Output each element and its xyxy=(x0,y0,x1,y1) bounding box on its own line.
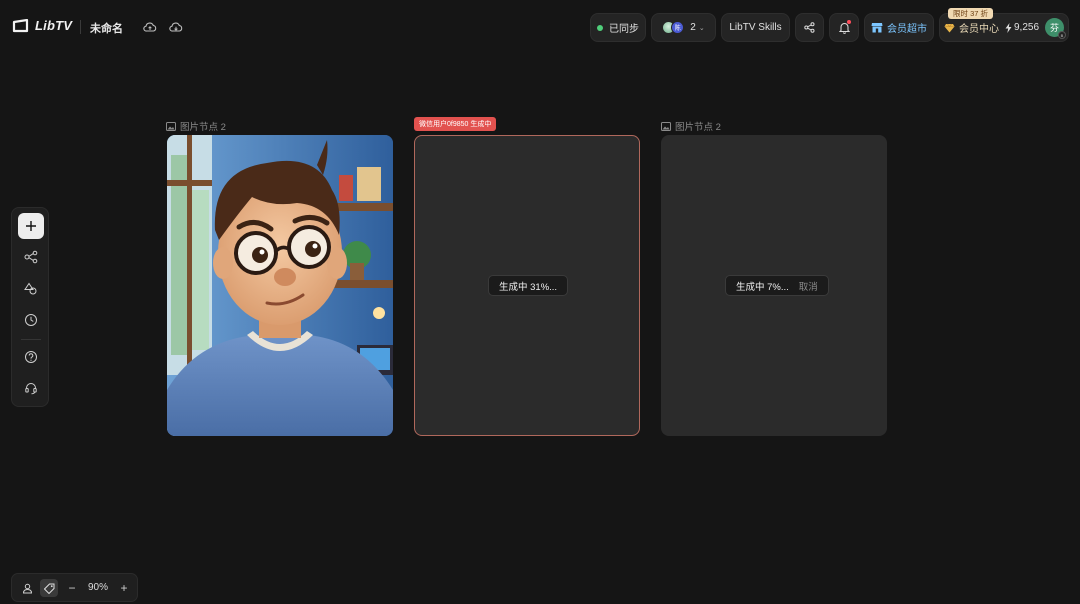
image-node[interactable] xyxy=(167,135,393,436)
collaborator-tag: 微信用户0f9850 生成中 xyxy=(414,117,497,131)
pointer-mode-button[interactable] xyxy=(40,579,58,597)
diamond-icon xyxy=(944,23,955,32)
cloud-upload-icon[interactable] xyxy=(143,20,157,34)
chevron-down-icon: ⌄ xyxy=(698,24,705,32)
question-icon xyxy=(25,351,37,363)
support-button[interactable] xyxy=(18,375,44,401)
notification-dot xyxy=(847,20,851,24)
help-button[interactable] xyxy=(18,344,44,370)
add-node-button[interactable] xyxy=(18,213,44,239)
node-label: 图片节点 2 xyxy=(661,119,721,133)
share-icon xyxy=(804,22,815,33)
cancel-generation-button[interactable]: 取消 xyxy=(799,279,818,293)
workflow-button[interactable] xyxy=(18,244,44,270)
generation-status: 生成中 7%... 取消 xyxy=(725,275,829,296)
tag-icon xyxy=(43,583,54,594)
clock-icon xyxy=(25,314,37,326)
image-icon xyxy=(166,121,176,131)
collaborators-button[interactable]: 陈 2 ⌄ xyxy=(651,13,716,42)
workflow-icon xyxy=(24,250,38,264)
generation-progress-text: 生成中 7%... xyxy=(736,281,789,293)
header-divider xyxy=(80,20,81,34)
generation-status: 生成中 31%... xyxy=(488,275,569,296)
user-level-badge: B xyxy=(1058,31,1067,39)
generation-progress-text: 生成中 31%... xyxy=(499,281,558,293)
node-label-text: 图片节点 2 xyxy=(180,122,226,133)
credits-value: 9,256 xyxy=(1013,22,1040,33)
generated-image xyxy=(167,135,393,436)
toolbar-divider xyxy=(21,339,41,340)
plus-icon xyxy=(26,221,36,231)
zoom-in-button[interactable]: + xyxy=(115,579,133,597)
sync-status-button[interactable]: 已同步 xyxy=(590,13,646,42)
history-button[interactable] xyxy=(18,307,44,333)
user-avatar[interactable]: 芬 B xyxy=(1045,18,1067,39)
cloud-download-icon[interactable] xyxy=(169,20,183,34)
notifications-button[interactable] xyxy=(829,13,859,42)
libtv-skills-button[interactable]: LibTV Skills xyxy=(721,13,790,42)
zoom-level: 90% xyxy=(88,582,109,593)
assets-button[interactable] xyxy=(18,276,44,302)
zoom-bar: − 90% + xyxy=(11,573,138,602)
lightning-icon xyxy=(1005,22,1012,33)
logo-text: LibTV xyxy=(35,18,73,33)
logo-icon xyxy=(12,18,29,32)
vip-store-label: 会员超市 xyxy=(887,24,927,35)
share-button[interactable] xyxy=(795,13,824,42)
logo[interactable]: LibTV xyxy=(12,18,72,33)
sync-status-dot xyxy=(597,24,603,31)
store-icon xyxy=(871,23,883,33)
person-icon xyxy=(22,583,32,593)
zoom-out-button[interactable]: − xyxy=(63,579,81,597)
image-icon xyxy=(661,121,671,131)
left-toolbar xyxy=(11,207,49,407)
libtv-skills-label: LibTV Skills xyxy=(729,22,782,33)
discount-badge: 限时 37 折 xyxy=(948,8,994,19)
document-title[interactable]: 未命名 xyxy=(90,20,123,36)
vip-store-button[interactable]: 会员超市 xyxy=(864,13,934,42)
shapes-icon xyxy=(24,282,37,295)
credits-balance: 9,256 xyxy=(1005,22,1039,33)
headset-icon xyxy=(25,383,37,395)
node-label-text: 图片节点 2 xyxy=(675,122,721,133)
sync-status-label: 已同步 xyxy=(609,24,639,35)
collaborator-avatar: 陈 xyxy=(671,21,685,34)
collaborator-count: 2 xyxy=(690,22,696,33)
member-center-label: 会员中心 xyxy=(958,24,999,35)
collaborator-avatars: 陈 xyxy=(662,21,685,34)
node-label: 图片节点 2 xyxy=(166,119,226,133)
person-button[interactable] xyxy=(18,579,36,597)
